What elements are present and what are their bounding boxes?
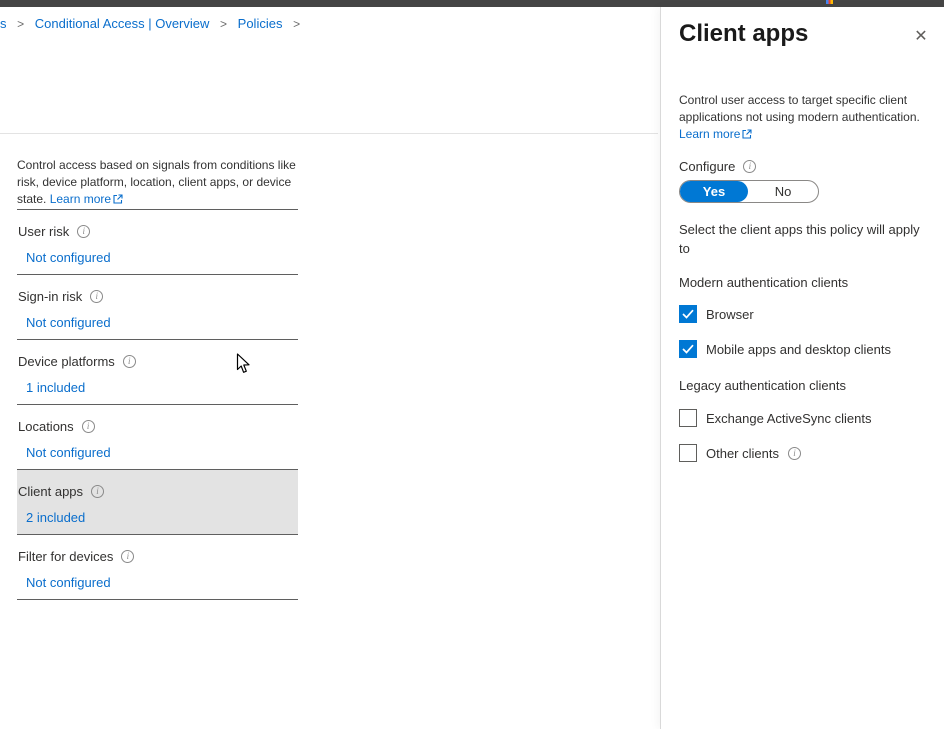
condition-label-line: Locations i xyxy=(17,405,298,434)
condition-label-line: User risk i xyxy=(17,210,298,239)
condition-label-line: Sign-in risk i xyxy=(17,275,298,304)
info-icon[interactable]: i xyxy=(788,447,801,460)
condition-value-link[interactable]: Not configured xyxy=(26,315,111,330)
checkbox-row-exchange-activesync[interactable]: Exchange ActiveSync clients xyxy=(679,409,871,427)
condition-row-sign-in-risk[interactable]: Sign-in risk i Not configured xyxy=(17,275,298,340)
breadcrumb-item-truncated[interactable]: s xyxy=(0,16,7,31)
info-icon[interactable]: i xyxy=(77,225,90,238)
condition-label: Sign-in risk xyxy=(18,289,82,304)
info-icon[interactable]: i xyxy=(123,355,136,368)
chevron-right-icon: > xyxy=(220,17,227,31)
checkbox-label: Browser xyxy=(706,307,754,322)
breadcrumb: s > Conditional Access | Overview > Poli… xyxy=(0,16,307,31)
info-icon[interactable]: i xyxy=(91,485,104,498)
condition-label: User risk xyxy=(18,224,69,239)
conditions-description: Control access based on signals from con… xyxy=(17,157,298,209)
condition-label: Client apps xyxy=(18,484,83,499)
learn-more-link[interactable]: Learn more xyxy=(679,127,752,141)
condition-row-device-platforms[interactable]: Device platforms i 1 included xyxy=(17,340,298,405)
checkbox-unchecked-icon[interactable] xyxy=(679,409,697,427)
top-bar xyxy=(0,0,944,7)
info-icon[interactable]: i xyxy=(121,550,134,563)
panel-description-text: Control user access to target specific c… xyxy=(679,93,920,124)
checkbox-label: Other clients xyxy=(706,446,779,461)
chevron-right-icon: > xyxy=(293,17,300,31)
configure-toggle[interactable]: Yes No xyxy=(679,180,819,203)
checkbox-row-other-clients[interactable]: Other clients i xyxy=(679,444,801,462)
checkbox-label: Mobile apps and desktop clients xyxy=(706,342,891,357)
checkbox-label: Exchange ActiveSync clients xyxy=(706,411,871,426)
condition-row-locations[interactable]: Locations i Not configured xyxy=(17,405,298,470)
info-icon[interactable]: i xyxy=(90,290,103,303)
toggle-option-yes[interactable]: Yes xyxy=(680,181,748,202)
configure-label: Configure xyxy=(679,159,735,174)
conditions-list: User risk i Not configured Sign-in risk … xyxy=(17,209,298,600)
close-icon[interactable]: ✕ xyxy=(911,26,931,46)
condition-row-client-apps[interactable]: Client apps i 2 included xyxy=(17,470,298,535)
group-label-modern-auth: Modern authentication clients xyxy=(679,275,848,290)
breadcrumb-item-policies[interactable]: Policies xyxy=(238,16,283,31)
breadcrumb-item-conditional-access[interactable]: Conditional Access | Overview xyxy=(35,16,210,31)
checkbox-checked-icon[interactable] xyxy=(679,340,697,358)
content-divider xyxy=(0,133,658,134)
checkbox-unchecked-icon[interactable] xyxy=(679,444,697,462)
group-label-legacy-auth: Legacy authentication clients xyxy=(679,378,846,393)
chevron-right-icon: > xyxy=(17,17,24,31)
client-apps-panel: Client apps ✕ Control user access to tar… xyxy=(660,7,944,729)
learn-more-link[interactable]: Learn more xyxy=(50,192,123,206)
checkbox-row-mobile-apps[interactable]: Mobile apps and desktop clients xyxy=(679,340,891,358)
panel-title: Client apps xyxy=(679,20,808,48)
conditions-panel: Control access based on signals from con… xyxy=(17,157,298,600)
condition-label: Device platforms xyxy=(18,354,115,369)
external-link-icon xyxy=(742,127,752,144)
learn-more-label: Learn more xyxy=(679,127,740,141)
configure-label-row: Configure i xyxy=(679,159,756,174)
panel-description: Control user access to target specific c… xyxy=(679,92,937,144)
select-prompt: Select the client apps this policy will … xyxy=(679,220,921,258)
condition-row-filter-for-devices[interactable]: Filter for devices i Not configured xyxy=(17,535,298,600)
condition-value-link[interactable]: Not configured xyxy=(26,445,111,460)
condition-value-link[interactable]: Not configured xyxy=(26,250,111,265)
condition-row-user-risk[interactable]: User risk i Not configured xyxy=(17,210,298,275)
info-icon[interactable]: i xyxy=(743,160,756,173)
external-link-icon xyxy=(113,192,123,209)
condition-label-line: Client apps i xyxy=(17,470,298,499)
condition-label: Locations xyxy=(18,419,74,434)
condition-label-line: Device platforms i xyxy=(17,340,298,369)
condition-label-line: Filter for devices i xyxy=(17,535,298,564)
checkbox-row-browser[interactable]: Browser xyxy=(679,305,754,323)
checkbox-checked-icon[interactable] xyxy=(679,305,697,323)
condition-label: Filter for devices xyxy=(18,549,113,564)
condition-value-link[interactable]: 1 included xyxy=(26,380,85,395)
condition-value-link[interactable]: Not configured xyxy=(26,575,111,590)
info-icon[interactable]: i xyxy=(82,420,95,433)
toggle-option-no[interactable]: No xyxy=(748,181,818,202)
learn-more-label: Learn more xyxy=(50,192,111,206)
condition-value-link[interactable]: 2 included xyxy=(26,510,85,525)
favicon-sliver xyxy=(826,0,833,4)
